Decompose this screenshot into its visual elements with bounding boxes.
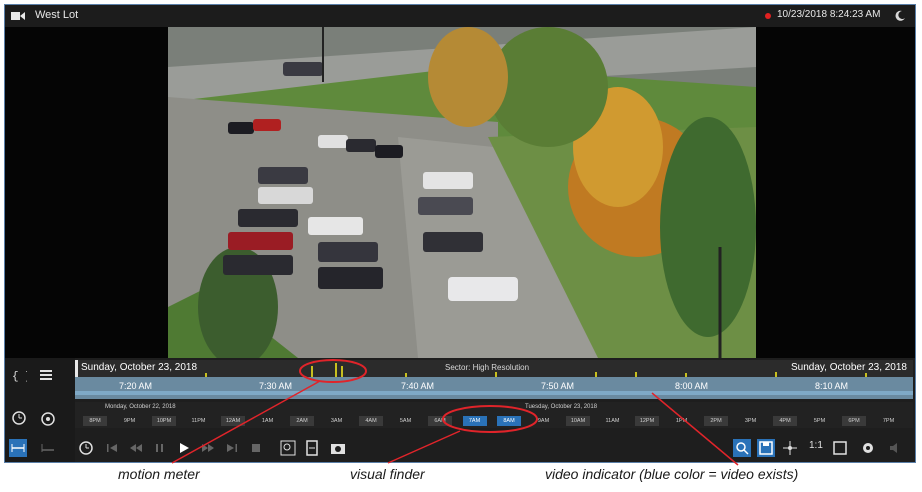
finder-hour-cell[interactable]: 8AM [497, 416, 521, 426]
finder-hour-cell[interactable]: 2AM [290, 416, 314, 426]
time-tick-label: 7:50 AM [541, 381, 575, 391]
skip-start-icon[interactable] [103, 439, 121, 457]
range-mode-icon[interactable] [39, 439, 57, 457]
play-icon[interactable] [175, 439, 193, 457]
finder-hour-cell[interactable]: 4PM [773, 416, 797, 426]
time-ruler[interactable]: 7:20 AM 7:30 AM 7:40 AM 7:50 AM 8:00 AM … [75, 377, 913, 399]
svg-text:{ }: { } [12, 371, 27, 382]
camera-icon [11, 12, 25, 20]
timeline-date-right: Sunday, October 23, 2018 [790, 362, 907, 373]
export-icon[interactable] [303, 439, 321, 457]
finder-hour-cell[interactable]: 3AM [325, 416, 349, 426]
finder-hour-cell[interactable]: 7AM [462, 416, 487, 426]
skip-end-icon[interactable] [223, 439, 241, 457]
time-tick-label: 7:30 AM [259, 381, 293, 391]
finder-hour-cell[interactable]: 4AM [359, 416, 383, 426]
finder-hour-cell[interactable]: 5PM [808, 416, 832, 426]
history-icon[interactable] [77, 439, 95, 457]
pause-icon[interactable] [151, 439, 169, 457]
layers-icon[interactable] [39, 368, 53, 382]
video-indicator [75, 391, 913, 395]
time-tick-label: 8:00 AM [675, 381, 709, 391]
finder-hour-cell[interactable]: 3PM [739, 416, 763, 426]
target-icon[interactable] [39, 410, 57, 428]
audio-icon[interactable] [887, 439, 905, 457]
rewind-icon[interactable] [127, 439, 145, 457]
finder-date-right: Tuesday, October 23, 2018 [525, 404, 598, 410]
bracket-icon[interactable]: { } [11, 368, 27, 382]
finder-hour-cell[interactable]: 11AM [601, 416, 625, 426]
finder-hour-cell[interactable]: 1AM [256, 416, 280, 426]
visual-finder-caption: visual finder [350, 466, 425, 482]
clock-search-icon[interactable] [11, 410, 29, 428]
moon-icon[interactable] [893, 9, 907, 23]
player-window: West Lot 10/23/2018 8:24:23 AM {Sunday,… [4, 4, 916, 463]
timeline-date-left: Sunday, October 23, 2018 [81, 362, 198, 373]
settings-icon[interactable] [859, 439, 877, 457]
finder-hour-cell[interactable]: 11PM [187, 416, 211, 426]
sector-label: Sector: High Resolution [445, 363, 530, 372]
video-indicator-caption: video indicator (blue color = video exis… [545, 466, 799, 482]
finder-hour-cell[interactable]: 9PM [118, 416, 142, 426]
finder-hour-cell[interactable]: 10AM [566, 416, 590, 426]
finder-hour-cell[interactable]: 12PM [635, 416, 659, 426]
digital-zoom-icon[interactable] [733, 439, 751, 457]
timeline-mode-icon[interactable] [9, 439, 27, 457]
camera-title: West Lot [35, 9, 79, 21]
camera-video-frame [168, 27, 756, 358]
finder-hour-cell[interactable]: 8PM [83, 416, 107, 426]
time-tick-label: 7:20 AM [119, 381, 153, 391]
time-tick-label: 8:10 AM [815, 381, 849, 391]
recording-indicator [765, 13, 771, 19]
title-bar: West Lot 10/23/2018 8:24:23 AM [5, 5, 915, 27]
finder-date-left: Monday, October 22, 2018 [105, 404, 176, 410]
pan-icon[interactable] [781, 439, 799, 457]
fast-forward-icon[interactable] [199, 439, 217, 457]
finder-hour-cell[interactable]: 6PM [842, 416, 866, 426]
playback-toolbar: 1:1 [5, 433, 915, 462]
timeline-panel: { } [5, 358, 915, 462]
finder-hour-cell[interactable]: 12AM [221, 416, 245, 426]
fit-screen-icon[interactable] [831, 439, 849, 457]
finder-hour-cell[interactable]: 2PM [704, 416, 728, 426]
actual-size-button[interactable]: 1:1 [809, 440, 823, 451]
finder-hour-cell[interactable]: 10PM [152, 416, 176, 426]
motion-meter-caption: motion meter [118, 466, 200, 482]
time-tick-label: 7:40 AM [401, 381, 435, 391]
save-icon[interactable] [757, 439, 775, 457]
visual-finder[interactable]: Monday, October 22, 2018 Tuesday, Octobe… [75, 402, 913, 428]
finder-hour-cell[interactable]: 6AM [428, 416, 452, 426]
snapshot-icon[interactable] [329, 439, 347, 457]
video-viewport[interactable] [5, 27, 915, 358]
current-datetime: 10/23/2018 8:24:23 AM [777, 9, 881, 20]
finder-hour-cell[interactable]: 7PM [877, 416, 901, 426]
zoom-search-icon[interactable] [279, 439, 297, 457]
finder-hour-cell[interactable]: 1PM [670, 416, 694, 426]
finder-hour-cell[interactable]: 9AM [532, 416, 556, 426]
finder-hour-cell[interactable]: 5AM [394, 416, 418, 426]
stop-icon[interactable] [247, 439, 265, 457]
